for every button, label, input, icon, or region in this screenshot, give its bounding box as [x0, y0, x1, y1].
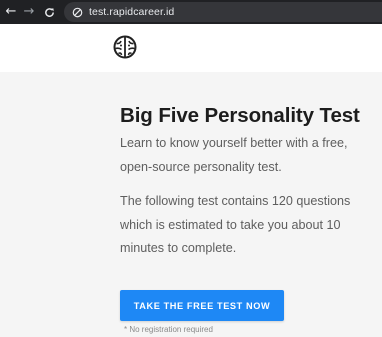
- intro-text: Learn to know yourself better with a fre…: [120, 136, 348, 174]
- address-bar[interactable]: test.rapidcareer.id: [64, 2, 382, 22]
- site-header: [0, 24, 382, 72]
- site-settings-icon[interactable]: [71, 6, 83, 18]
- page-title: Big Five Personality Test: [120, 104, 360, 127]
- no-registration-note: * No registration required: [124, 325, 213, 334]
- url-text[interactable]: test.rapidcareer.id: [89, 6, 174, 18]
- reload-icon[interactable]: [42, 0, 56, 24]
- take-free-test-button[interactable]: TAKE THE FREE TEST NOW: [120, 290, 284, 321]
- forward-arrow-icon[interactable]: →: [22, 0, 36, 24]
- brain-logo-icon[interactable]: [112, 34, 138, 60]
- hero-section: Big Five Personality Test Learn to know …: [0, 72, 382, 337]
- browser-toolbar: ← → test.rapidcareer.id: [0, 0, 382, 24]
- back-arrow-icon[interactable]: ←: [4, 0, 18, 24]
- test-details-text: The following test contains 120 question…: [120, 194, 351, 255]
